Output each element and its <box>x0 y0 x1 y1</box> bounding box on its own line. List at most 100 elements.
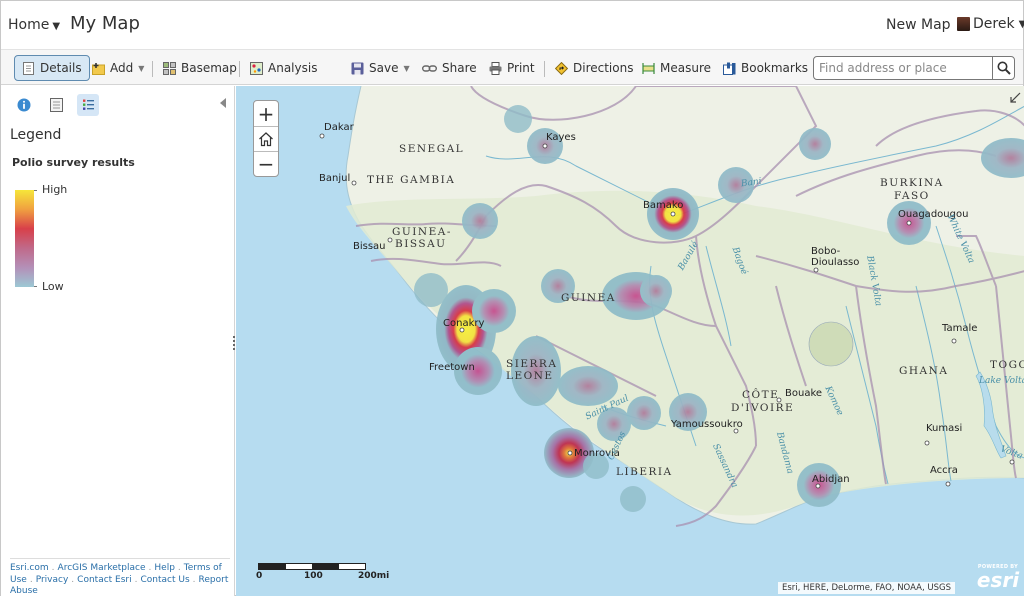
details-icon <box>23 61 34 75</box>
measure-label: Measure <box>660 61 711 75</box>
home-menu[interactable]: Home ▼ <box>8 17 60 33</box>
label-bobo: Bobo- <box>811 246 841 257</box>
toolbar-divider <box>544 61 545 77</box>
caret-down-icon: ▼ <box>403 63 410 73</box>
home-label: Home <box>8 17 50 33</box>
label-conakry: Conakry <box>443 318 485 329</box>
label-burkina: BURKINA <box>880 177 944 189</box>
home-icon <box>259 132 273 147</box>
share-link-icon <box>422 64 437 72</box>
footer-links: Esri.com. ArcGIS Marketplace. Help. Terms o… <box>10 558 230 596</box>
caret-down-icon: ▼ <box>52 21 61 32</box>
search-button[interactable] <box>992 57 1014 79</box>
label-faso: FASO <box>894 190 930 202</box>
add-label: Add <box>110 61 134 75</box>
plus-icon: + <box>257 101 275 126</box>
label-dioulasso: Dioulasso <box>811 257 860 268</box>
label-kumasi: Kumasi <box>926 423 963 434</box>
measure-button[interactable]: Measure <box>642 55 711 81</box>
label-lake-volta: Lake Volta <box>979 376 1024 386</box>
expand-map-button[interactable] <box>1009 89 1021 108</box>
map-attribution[interactable]: Esri, HERE, DeLorme, FAO, NOAA, USGS <box>778 582 955 594</box>
analysis-label: Analysis <box>268 61 318 75</box>
directions-icon <box>555 61 568 75</box>
tab-content[interactable] <box>45 94 67 116</box>
label-leone: LEONE <box>506 370 554 382</box>
scale-bar-graphic <box>258 563 366 570</box>
print-button[interactable]: Print <box>489 55 535 81</box>
label-guinea: GUINEA <box>561 292 616 304</box>
footer-link-help[interactable]: Help <box>154 563 175 573</box>
label-bamako: Bamako <box>643 200 684 211</box>
save-icon <box>351 62 364 74</box>
directions-label: Directions <box>573 61 634 75</box>
label-divoire: D'IVOIRE <box>731 402 795 414</box>
bookmark-icon <box>723 62 736 75</box>
directions-button[interactable]: Directions <box>555 55 633 81</box>
user-menu[interactable]: Derek ▼ <box>957 16 1024 32</box>
label-ouagadougou: Ouagadougou <box>898 209 969 220</box>
label-abidjan: Abidjan <box>812 474 850 485</box>
scale-label-100: 100 <box>304 571 323 581</box>
share-button[interactable]: Share <box>422 55 477 81</box>
zoom-out-button[interactable]: − <box>254 151 278 176</box>
label-guinea-bissau-2: BISSAU <box>395 238 447 250</box>
footer-link-marketplace[interactable]: ArcGIS Marketplace <box>58 563 146 573</box>
label-bouake: Bouake <box>785 388 823 399</box>
label-senegal: SENEGAL <box>399 143 465 155</box>
zoom-control: + − <box>253 100 279 177</box>
zoom-in-button[interactable]: + <box>254 101 278 126</box>
app-window: Home ▼ My Map New Map Derek ▼ Details Add… <box>0 0 1024 596</box>
share-label: Share <box>442 61 477 75</box>
footer-link-privacy[interactable]: Privacy <box>36 575 69 585</box>
esri-logo[interactable]: POWERED BY esri <box>976 564 1020 594</box>
basemap-button[interactable]: Basemap <box>163 55 237 81</box>
map-view[interactable]: SENEGAL THE GAMBIA GUINEA- BISSAU GUINEA… <box>236 86 1024 596</box>
legend-title: Legend <box>10 127 62 143</box>
save-label: Save <box>369 61 399 75</box>
layer-title: Polio survey results <box>12 156 135 169</box>
footer-link-contact-esri[interactable]: Contact Esri <box>77 575 131 585</box>
collapse-panel-button[interactable] <box>220 98 226 108</box>
bookmarks-button[interactable]: Bookmarks <box>723 55 808 81</box>
heatmap-color-ramp <box>15 190 34 287</box>
save-button[interactable]: Save ▼ <box>351 55 410 81</box>
toolbar-divider <box>152 61 153 77</box>
sidebar-panel: Legend Polio survey results High Low Esr… <box>1 86 235 596</box>
sidebar-tabs <box>13 94 99 116</box>
print-label: Print <box>507 61 535 75</box>
tab-legend[interactable] <box>77 94 99 116</box>
toolbar-divider <box>239 61 240 77</box>
home-extent-button[interactable] <box>254 126 278 151</box>
details-button[interactable]: Details <box>14 55 90 81</box>
basemap-label: Basemap <box>181 61 237 75</box>
label-togo: TOGO <box>990 359 1024 371</box>
new-map-link[interactable]: New Map <box>886 17 951 33</box>
analysis-button[interactable]: Analysis <box>250 55 317 81</box>
label-yamoussoukro: Yamoussoukro <box>671 419 743 430</box>
avatar <box>957 17 970 31</box>
ramp-label-high: High <box>42 183 68 196</box>
tab-about[interactable] <box>13 94 35 116</box>
footer-link-contact-us[interactable]: Contact Us <box>141 575 190 585</box>
search-input[interactable] <box>814 57 992 79</box>
user-name: Derek <box>973 16 1015 32</box>
label-sierra: SIERRA <box>506 358 558 370</box>
label-accra: Accra <box>930 465 958 476</box>
bookmarks-label: Bookmarks <box>741 61 809 75</box>
footer-link-esri[interactable]: Esri.com <box>10 563 49 573</box>
label-ghana: GHANA <box>899 365 949 377</box>
add-button[interactable]: Add ▼ <box>92 55 144 81</box>
label-freetown: Freetown <box>429 362 475 373</box>
label-liberia: LIBERIA <box>616 466 673 478</box>
label-guinea-bissau-1: GUINEA- <box>392 226 452 238</box>
label-the-gambia: THE GAMBIA <box>367 174 456 186</box>
ramp-tick-low <box>34 286 37 287</box>
label-tamale: Tamale <box>942 323 978 334</box>
label-banjul: Banjul <box>319 173 351 184</box>
esri-logo-name: esri <box>976 568 1020 592</box>
map-title: My Map <box>70 13 140 34</box>
expand-arrow-icon <box>1010 92 1021 103</box>
basemap-icon <box>163 61 176 75</box>
legend-icon <box>82 99 94 110</box>
